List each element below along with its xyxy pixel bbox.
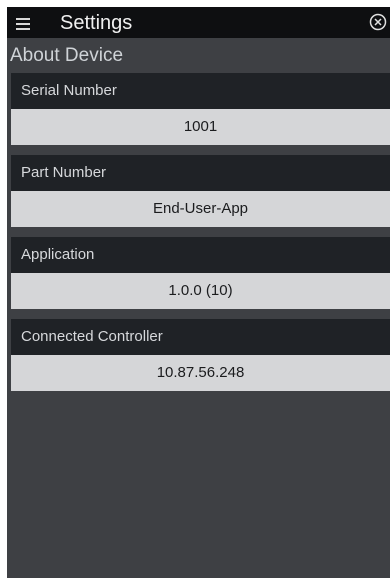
serial-number-label: Serial Number [11,73,390,109]
settings-screen: Settings About Device Serial Number 1001… [7,7,390,578]
part-number-label: Part Number [11,155,390,191]
connected-controller-card: Connected Controller 10.87.56.248 [11,319,390,391]
close-circle-icon-graphic [369,13,387,31]
part-number-value: End-User-App [11,191,390,227]
part-number-card: Part Number End-User-App [11,155,390,227]
section-title: About Device [10,45,124,66]
connected-controller-label: Connected Controller [11,319,390,355]
application-value: 1.0.0 (10) [11,273,390,309]
top-app-bar: Settings [7,7,390,38]
close-circle-icon[interactable] [369,13,387,31]
menu-line [16,23,30,25]
menu-line [16,28,30,30]
serial-number-card: Serial Number 1001 [11,73,390,145]
menu-line [16,18,30,20]
connected-controller-value: 10.87.56.248 [11,355,390,391]
hamburger-menu-icon[interactable] [16,14,34,31]
page-title: Settings [60,12,133,34]
serial-number-value: 1001 [11,109,390,145]
application-card: Application 1.0.0 (10) [11,237,390,309]
application-label: Application [11,237,390,273]
